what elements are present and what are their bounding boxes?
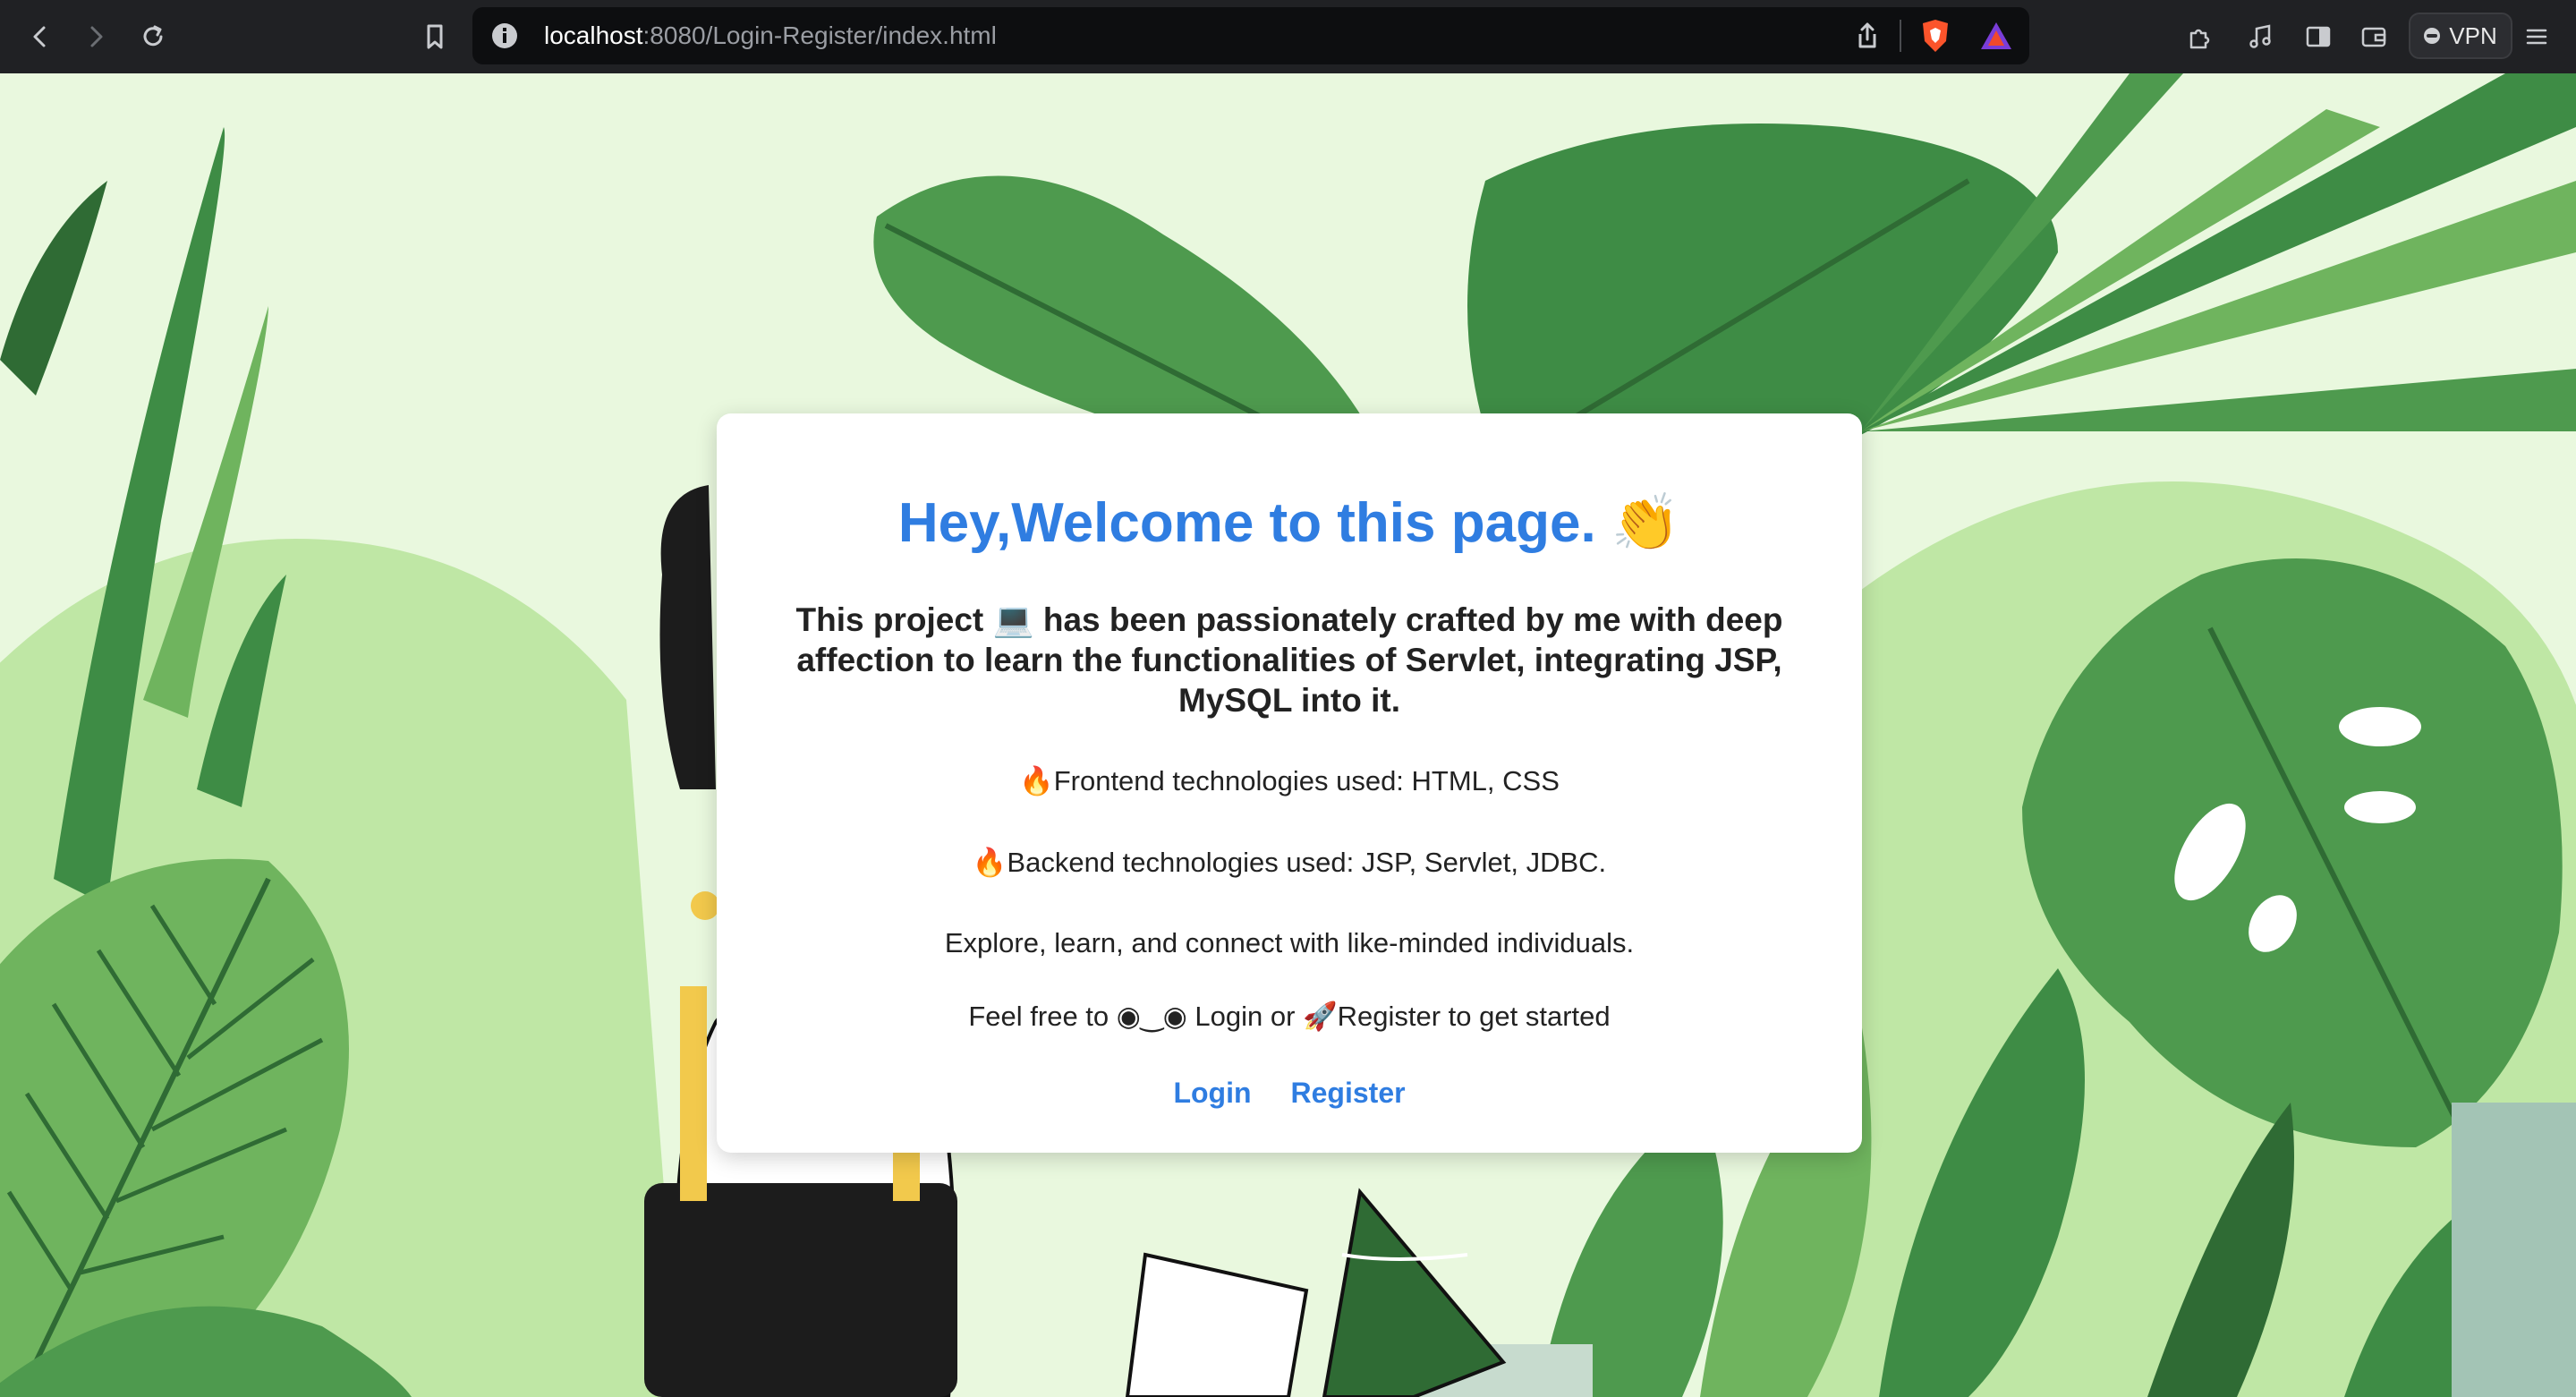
register-link[interactable]: Register [1291,1077,1406,1109]
extensions-icon[interactable] [2180,16,2221,57]
vpn-label: VPN [2449,21,2497,49]
url-host: localhost [544,21,643,49]
browser-toolbar: localhost:8080/Login-Register/index.html… [0,0,2576,73]
forward-icon[interactable] [75,16,116,57]
backend-tech-text: 🔥Backend technologies used: JSP, Servlet… [972,847,1607,878]
share-icon[interactable] [1855,21,1880,55]
brave-rewards-icon[interactable] [1979,20,2013,56]
welcome-card: Hey,Welcome to this page. 👏 This project… [717,413,1862,1153]
auth-links: Login Register [717,1077,1862,1110]
divider [1900,20,1901,52]
url-path: :8080/Login-Register/index.html [642,21,997,49]
address-bar[interactable]: localhost:8080/Login-Register/index.html [472,7,2029,64]
login-link[interactable]: Login [1173,1077,1251,1109]
site-info-icon[interactable] [492,23,517,48]
brave-shields-icon[interactable] [1919,18,1951,58]
sidebar-icon[interactable] [2298,16,2339,57]
cta-text: Feel free to ◉‿◉ Login or 🚀Register to g… [968,1001,1611,1032]
back-icon[interactable] [20,16,61,57]
wallet-icon[interactable] [2353,16,2394,57]
frontend-tech-text: 🔥Frontend technologies used: HTML, CSS [1019,765,1560,796]
bookmark-icon[interactable] [414,16,455,57]
page-viewport: Hey,Welcome to this page. 👏 This project… [0,73,2576,1397]
explore-text: Explore, learn, and connect with like-mi… [944,927,1635,958]
media-icon[interactable] [2240,16,2281,57]
url-text[interactable]: localhost:8080/Login-Register/index.html [544,7,997,64]
page-title: Hey,Welcome to this page. 👏 [897,492,1681,554]
menu-icon[interactable] [2516,16,2557,57]
intro-text: This project 💻 has been passionately cra… [795,601,1783,719]
vpn-button[interactable]: VPN [2409,13,2512,59]
vpn-status-icon [2424,28,2441,44]
reload-icon[interactable] [132,16,174,57]
